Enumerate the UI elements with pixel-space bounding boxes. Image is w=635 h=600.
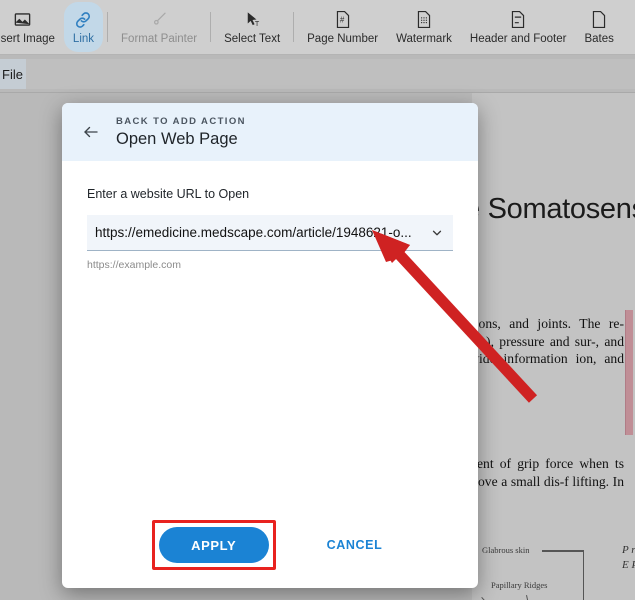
toolbar-button-bates[interactable]: Bates xyxy=(575,2,622,52)
toolbar-divider-3 xyxy=(293,12,295,42)
page-number-icon: # xyxy=(334,9,352,31)
toolbar-label-bates: Bates xyxy=(584,32,614,45)
figure-leader-line-1 xyxy=(542,550,584,552)
svg-text:#: # xyxy=(339,16,344,25)
apply-button-highlight: APPLY xyxy=(151,520,276,570)
document-highlight-strip xyxy=(625,310,633,435)
url-field-label: Enter a website URL to Open xyxy=(87,187,250,201)
toolbar-button-page-number[interactable]: # Page Number xyxy=(298,2,387,52)
figure-label-papillary-ridges: Papillary Ridges xyxy=(491,580,548,590)
document-paragraph-1: sts of sensors in the skin ons, and join… xyxy=(472,316,624,367)
apply-button[interactable]: APPLY xyxy=(158,527,269,563)
toolbar-button-select-text[interactable]: T Select Text xyxy=(215,2,289,52)
dialog-title: Open Web Page xyxy=(116,129,238,148)
watermark-icon xyxy=(415,9,433,31)
document-side-column: P r E P xyxy=(622,544,635,571)
url-helper-text: https://example.com xyxy=(87,259,181,271)
back-to-add-action-label[interactable]: BACK TO ADD ACTION xyxy=(116,116,246,127)
toolbar-button-header-and-footer[interactable]: Header and Footer xyxy=(461,2,576,52)
select-text-icon: T xyxy=(243,9,262,31)
toolbar-button-link[interactable]: Link xyxy=(63,2,104,52)
document-figure: Glabrous skin Papillary Ridges xyxy=(481,545,635,600)
tab-file-label: File xyxy=(2,66,23,82)
cancel-button[interactable]: CANCEL xyxy=(321,537,389,553)
bates-icon xyxy=(590,9,608,31)
document-title: e Somatosens xyxy=(472,193,635,225)
link-icon xyxy=(73,9,93,31)
toolbar-divider-1 xyxy=(107,12,109,42)
header-footer-icon xyxy=(509,9,527,31)
toolbar-label-select-text: Select Text xyxy=(224,32,281,45)
toolbar-label-header-and-footer: Header and Footer xyxy=(469,32,567,45)
open-web-page-dialog: BACK TO ADD ACTION Open Web Page Enter a… xyxy=(62,103,478,588)
toolbar-label-link: Link xyxy=(72,32,95,45)
toolbar-button-insert-image[interactable]: Insert Image xyxy=(0,2,64,52)
dialog-header-text: BACK TO ADD ACTION Open Web Page xyxy=(116,116,246,149)
format-painter-icon xyxy=(150,9,169,31)
image-icon xyxy=(13,9,32,31)
svg-text:T: T xyxy=(254,20,259,28)
toolbar-divider-2 xyxy=(210,12,212,42)
tab-file[interactable]: File xyxy=(0,59,26,89)
toolbar-label-page-number: Page Number xyxy=(307,32,379,45)
dialog-body: Enter a website URL to Open https://emed… xyxy=(62,161,478,271)
application-window: Insert Image Link Format Painter xyxy=(0,0,635,600)
figure-leader-line-4 xyxy=(526,595,530,600)
toolbar-label-watermark: Watermark xyxy=(396,32,452,45)
document-page: e Somatosens sts of sensors in the skin … xyxy=(472,93,635,600)
figure-leader-line-2 xyxy=(583,550,584,600)
url-input[interactable]: https://emedicine.medscape.com/article/1… xyxy=(95,225,427,240)
toolbar-label-format-painter: Format Painter xyxy=(121,32,198,45)
tab-strip-empty-area xyxy=(26,59,635,89)
url-combobox[interactable]: https://emedicine.medscape.com/article/1… xyxy=(87,215,453,251)
ribbon-toolbar: Insert Image Link Format Painter xyxy=(0,0,635,55)
toolbar-button-format-painter[interactable]: Format Painter xyxy=(112,2,206,52)
chevron-down-icon[interactable] xyxy=(427,223,447,243)
figure-label-glabrous-skin: Glabrous skin xyxy=(482,545,530,555)
arrow-left-icon[interactable] xyxy=(78,119,104,145)
dialog-header: BACK TO ADD ACTION Open Web Page xyxy=(62,103,478,161)
ribbon-tab-strip: File xyxy=(0,55,635,93)
dialog-footer: APPLY CANCEL xyxy=(62,502,478,588)
toolbar-button-watermark[interactable]: Watermark xyxy=(387,2,461,52)
document-paragraph-2: er corpuscles and rapidly tment of grip … xyxy=(472,456,624,489)
toolbar-label-insert-image: Insert Image xyxy=(0,32,55,45)
